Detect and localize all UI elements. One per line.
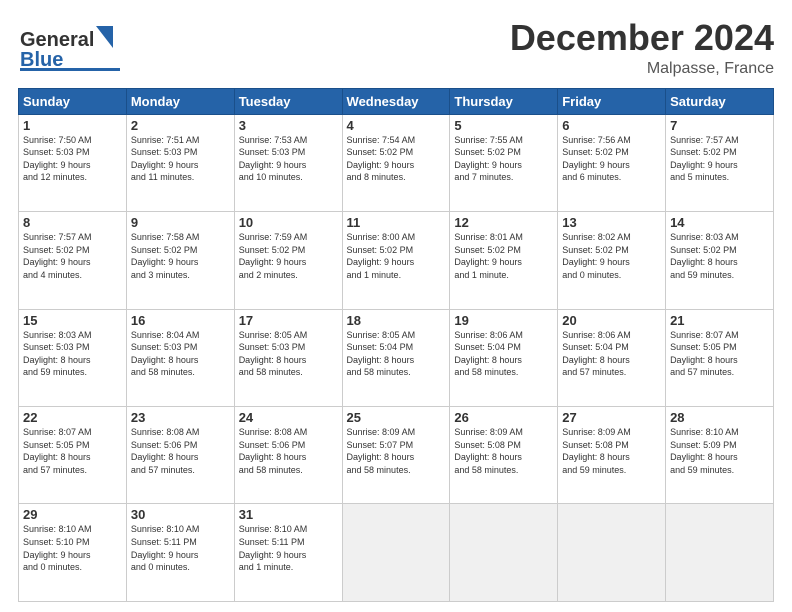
day-6: 6 Sunrise: 7:56 AMSunset: 5:02 PMDayligh… [558,114,666,211]
empty-cell-2 [450,504,558,602]
day-10: 10 Sunrise: 7:59 AMSunset: 5:02 PMDaylig… [234,212,342,309]
day-1: 1 Sunrise: 7:50 AMSunset: 5:03 PMDayligh… [19,114,127,211]
day-2: 2 Sunrise: 7:51 AMSunset: 5:03 PMDayligh… [126,114,234,211]
day-23: 23 Sunrise: 8:08 AMSunset: 5:06 PMDaylig… [126,407,234,504]
day-24: 24 Sunrise: 8:08 AMSunset: 5:06 PMDaylig… [234,407,342,504]
week-row-1: 1 Sunrise: 7:50 AMSunset: 5:03 PMDayligh… [19,114,774,211]
header-wednesday: Wednesday [342,88,450,114]
day-15: 15 Sunrise: 8:03 AMSunset: 5:03 PMDaylig… [19,309,127,406]
day-13: 13 Sunrise: 8:02 AMSunset: 5:02 PMDaylig… [558,212,666,309]
month-title: December 2024 [510,18,774,58]
calendar-table: Sunday Monday Tuesday Wednesday Thursday… [18,88,774,602]
day-18: 18 Sunrise: 8:05 AMSunset: 5:04 PMDaylig… [342,309,450,406]
day-17: 17 Sunrise: 8:05 AMSunset: 5:03 PMDaylig… [234,309,342,406]
header-friday: Friday [558,88,666,114]
week-row-4: 22 Sunrise: 8:07 AMSunset: 5:05 PMDaylig… [19,407,774,504]
header-saturday: Saturday [666,88,774,114]
empty-cell-3 [558,504,666,602]
day-21: 21 Sunrise: 8:07 AMSunset: 5:05 PMDaylig… [666,309,774,406]
day-31: 31 Sunrise: 8:10 AMSunset: 5:11 PMDaylig… [234,504,342,602]
day-29: 29 Sunrise: 8:10 AMSunset: 5:10 PMDaylig… [19,504,127,602]
empty-cell-1 [342,504,450,602]
day-19: 19 Sunrise: 8:06 AMSunset: 5:04 PMDaylig… [450,309,558,406]
day-9: 9 Sunrise: 7:58 AMSunset: 5:02 PMDayligh… [126,212,234,309]
day-11: 11 Sunrise: 8:00 AMSunset: 5:02 PMDaylig… [342,212,450,309]
header-tuesday: Tuesday [234,88,342,114]
day-25: 25 Sunrise: 8:09 AMSunset: 5:07 PMDaylig… [342,407,450,504]
day-30: 30 Sunrise: 8:10 AMSunset: 5:11 PMDaylig… [126,504,234,602]
day-3: 3 Sunrise: 7:53 AMSunset: 5:03 PMDayligh… [234,114,342,211]
week-row-2: 8 Sunrise: 7:57 AMSunset: 5:02 PMDayligh… [19,212,774,309]
logo-svg: General Blue [18,18,128,73]
day-7: 7 Sunrise: 7:57 AMSunset: 5:02 PMDayligh… [666,114,774,211]
header-sunday: Sunday [19,88,127,114]
page: General Blue December 2024 Malpasse, Fra… [0,0,792,612]
day-22: 22 Sunrise: 8:07 AMSunset: 5:05 PMDaylig… [19,407,127,504]
day-27: 27 Sunrise: 8:09 AMSunset: 5:08 PMDaylig… [558,407,666,504]
location-title: Malpasse, France [510,60,774,78]
day-4: 4 Sunrise: 7:54 AMSunset: 5:02 PMDayligh… [342,114,450,211]
logo: General Blue [18,18,128,73]
week-row-3: 15 Sunrise: 8:03 AMSunset: 5:03 PMDaylig… [19,309,774,406]
header-thursday: Thursday [450,88,558,114]
day-26: 26 Sunrise: 8:09 AMSunset: 5:08 PMDaylig… [450,407,558,504]
week-row-5: 29 Sunrise: 8:10 AMSunset: 5:10 PMDaylig… [19,504,774,602]
title-block: December 2024 Malpasse, France [510,18,774,78]
header: General Blue December 2024 Malpasse, Fra… [18,18,774,78]
day-16: 16 Sunrise: 8:04 AMSunset: 5:03 PMDaylig… [126,309,234,406]
day-5: 5 Sunrise: 7:55 AMSunset: 5:02 PMDayligh… [450,114,558,211]
day-12: 12 Sunrise: 8:01 AMSunset: 5:02 PMDaylig… [450,212,558,309]
empty-cell-4 [666,504,774,602]
day-20: 20 Sunrise: 8:06 AMSunset: 5:04 PMDaylig… [558,309,666,406]
day-28: 28 Sunrise: 8:10 AMSunset: 5:09 PMDaylig… [666,407,774,504]
header-monday: Monday [126,88,234,114]
day-14: 14 Sunrise: 8:03 AMSunset: 5:02 PMDaylig… [666,212,774,309]
day-8: 8 Sunrise: 7:57 AMSunset: 5:02 PMDayligh… [19,212,127,309]
weekday-header-row: Sunday Monday Tuesday Wednesday Thursday… [19,88,774,114]
svg-text:General: General [20,29,94,51]
svg-text:Blue: Blue [20,49,63,71]
